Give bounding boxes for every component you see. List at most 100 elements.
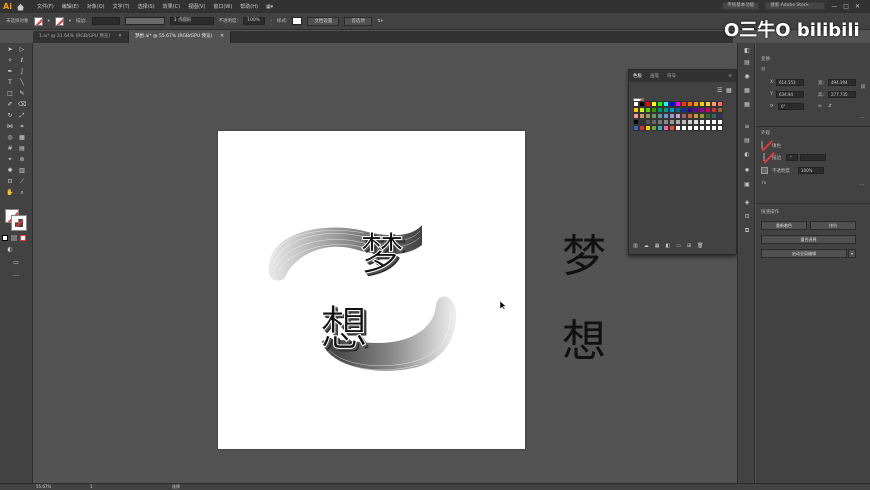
fill-swatch[interactable] (33, 16, 43, 26)
hand-icon[interactable]: ✋ (6, 189, 14, 197)
home-icon[interactable] (16, 3, 25, 11)
chevron-down-icon[interactable]: ▾ (48, 19, 50, 24)
flip-vertical-icon[interactable]: ⇵ (828, 104, 832, 109)
none-mode-icon[interactable] (20, 235, 26, 241)
color-guide-icon[interactable]: ▦ (743, 87, 751, 95)
swatch-options-icon[interactable]: ◧ (665, 243, 670, 249)
tab-document-dream[interactable]: 梦想.ai* @ 55.67% (RGB/GPU 预览) ✕ (128, 31, 232, 43)
menu-object[interactable]: 对象(O) (87, 3, 105, 10)
stroke-swatch[interactable] (54, 16, 64, 26)
graph-icon[interactable]: ▥ (18, 167, 26, 175)
artboards-icon[interactable]: ⊡ (743, 213, 751, 221)
swatches-icon[interactable]: ▦ (743, 101, 751, 109)
opacity-field[interactable]: 100% (243, 17, 266, 25)
height-field[interactable]: 277.735 (828, 91, 856, 98)
lasso-icon[interactable]: ℓ (18, 57, 26, 65)
arrange-icon[interactable]: ⇅▾ (377, 19, 383, 24)
color-mode-icon[interactable] (2, 235, 8, 241)
arrange-documents-icon[interactable]: ▦▾ (266, 4, 273, 10)
rotate-icon[interactable]: ↻ (6, 112, 14, 120)
page-field[interactable]: 1 (90, 484, 93, 490)
recolor-button[interactable]: 重新着色 (761, 221, 807, 230)
variable-width-profile[interactable] (124, 17, 165, 25)
screen-mode-icon[interactable]: ▭ (12, 259, 20, 267)
more-options-icon[interactable]: ··· (860, 116, 864, 121)
color-icon[interactable]: ◉ (743, 73, 751, 81)
close-icon[interactable]: ✕ (855, 3, 860, 10)
x-field[interactable]: 614.553 (776, 79, 804, 86)
line-tool-icon[interactable]: ╲ (18, 79, 26, 87)
properties-icon[interactable]: ◧ (743, 47, 751, 55)
gradient-icon[interactable]: ▤ (18, 145, 26, 153)
stroke-color-box[interactable] (11, 215, 27, 231)
chevron-down-icon[interactable]: ▾ (69, 19, 71, 24)
symbol-sprayer-icon[interactable]: ✺ (6, 167, 14, 175)
stroke-weight-field[interactable] (800, 154, 826, 161)
shape-builder-icon[interactable]: ◎ (6, 134, 14, 142)
rectangle-tool-icon[interactable]: □ (6, 90, 14, 98)
list-view-icon[interactable]: ☰ (717, 87, 722, 94)
stroke-weight-up[interactable]: ⌃ (786, 154, 798, 161)
scale-icon[interactable]: ⤢ (18, 112, 26, 120)
stock-search-input[interactable]: 搜索 Adobe Stock (765, 2, 826, 10)
menu-window[interactable]: 窗口(W) (213, 3, 232, 10)
width-field[interactable]: 494.394 (828, 79, 856, 86)
pen-tool-icon[interactable]: ✒ (6, 68, 14, 76)
layers-icon[interactable]: ▤ (743, 59, 751, 67)
opacity-field[interactable]: 100% (798, 167, 824, 174)
zoom-icon[interactable]: ⌕ (18, 189, 26, 197)
library-icon[interactable]: ▥ (633, 243, 638, 249)
graphic-styles-icon[interactable]: ✸ (743, 167, 751, 175)
direct-selection-tool-icon[interactable]: ▷ (18, 46, 26, 54)
menu-effect[interactable]: 效果(C) (163, 3, 180, 10)
workspace-switcher[interactable]: 传统基本功能 (722, 2, 760, 10)
draw-mode-icon[interactable]: ◐ (6, 246, 14, 254)
close-icon[interactable]: ✕ (220, 31, 224, 43)
slice-icon[interactable]: ⟋ (18, 178, 26, 186)
menu-help[interactable]: 帮助(H) (240, 3, 258, 10)
curvature-tool-icon[interactable]: ∫ (18, 68, 26, 76)
new-group-icon[interactable]: ▭ (676, 243, 681, 249)
reference-point-icon[interactable]: ▦ (761, 67, 765, 72)
fx-icon[interactable]: fx (762, 181, 766, 186)
color-swatch[interactable] (717, 125, 723, 131)
image-trace-icon[interactable]: ▣ (743, 181, 751, 189)
arrange-button[interactable]: 排列 (810, 221, 856, 230)
mesh-icon[interactable]: # (6, 145, 14, 153)
brush-definition-select[interactable]: 3 点圆形 (169, 17, 214, 25)
more-tools-icon[interactable]: ··· (12, 273, 20, 281)
gradient-icon[interactable]: ▤ (743, 137, 751, 145)
preferences-button[interactable]: 首选项 (344, 16, 372, 26)
magic-wand-icon[interactable]: ✧ (6, 57, 14, 65)
tab-symbols[interactable]: 符号 (667, 73, 676, 79)
y-field[interactable]: 634.94 (776, 91, 804, 98)
stroke-weight-field[interactable] (91, 17, 120, 25)
appearance-fill-swatch[interactable] (761, 141, 763, 149)
layers-stack-icon[interactable]: ◈ (743, 199, 751, 207)
menu-edit[interactable]: 编辑(E) (62, 3, 79, 10)
menu-file[interactable]: 文件(F) (37, 3, 54, 10)
more-options-icon[interactable]: ··· (860, 183, 864, 188)
global-edit-button[interactable]: 启动全局编辑 (761, 249, 847, 258)
pencil-icon[interactable]: ✐ (6, 101, 14, 109)
menu-select[interactable]: 选择(S) (138, 3, 155, 10)
appearance-icon[interactable]: ◐ (743, 151, 751, 159)
angle-field[interactable]: 0° (778, 103, 804, 110)
panel-menu-icon[interactable]: ≡ (728, 74, 732, 79)
gradient-mode-icon[interactable] (11, 235, 17, 241)
perspective-grid-icon[interactable]: ▦ (18, 134, 26, 142)
menu-type[interactable]: 文字(T) (113, 3, 130, 10)
artboard[interactable]: 梦 想 (218, 131, 525, 449)
appearance-stroke-swatch[interactable] (763, 153, 765, 161)
delete-icon[interactable]: 🗑 (697, 243, 703, 249)
grid-view-icon[interactable]: ▦ (726, 87, 732, 94)
flip-horizontal-icon[interactable]: ⇋ (818, 104, 822, 109)
style-swatch[interactable] (292, 17, 303, 25)
chevron-down-icon[interactable]: ▾ (848, 249, 856, 258)
stroke-icon[interactable]: ≡ (743, 123, 751, 131)
chevron-right-icon[interactable]: › (270, 19, 272, 24)
menu-view[interactable]: 视图(V) (188, 3, 205, 10)
links-icon[interactable]: ⧉ (743, 227, 751, 235)
artboard-icon[interactable]: ⊡ (6, 178, 14, 186)
paintbrush-icon[interactable]: ✎ (18, 90, 26, 98)
